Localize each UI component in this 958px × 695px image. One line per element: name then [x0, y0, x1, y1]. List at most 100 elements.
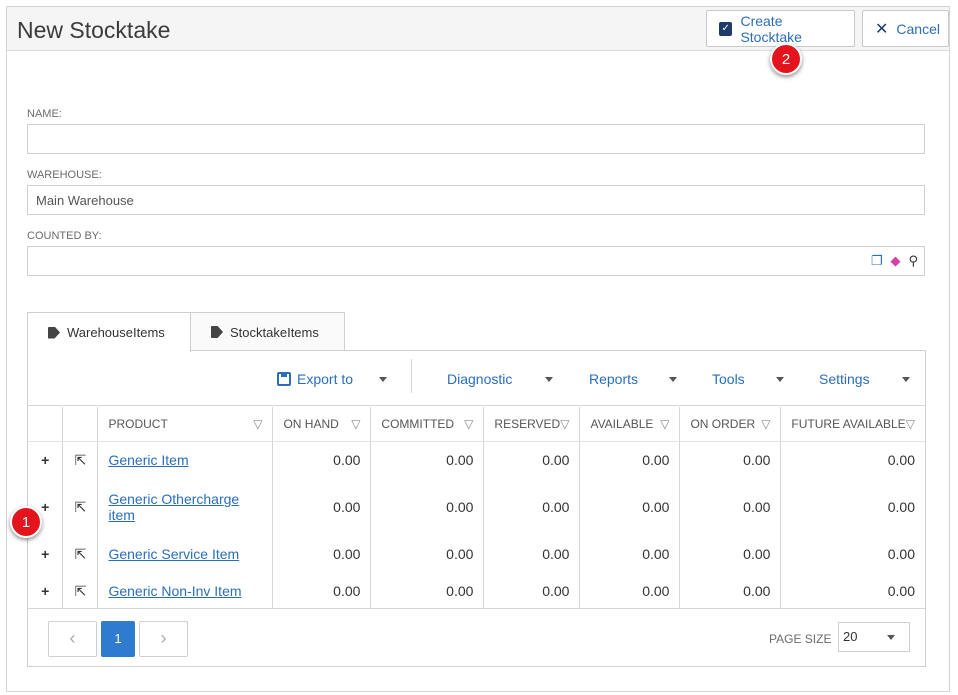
page-size-select[interactable]: 20 — [838, 622, 910, 652]
product-cell: Generic Non-Inv Item — [97, 573, 274, 609]
cancel-button[interactable]: ✕ Cancel — [862, 10, 949, 47]
committed-cell: 0.00 — [370, 573, 485, 609]
callout-badge-2: 2 — [770, 43, 802, 75]
copy-icon[interactable]: ❐ — [871, 254, 883, 268]
create-stocktake-label: Create Stocktake — [740, 12, 802, 45]
product-cell: Generic Othercharge item — [97, 479, 274, 535]
on-order-cell: 0.00 — [679, 441, 782, 479]
eraser-icon[interactable]: ◆ — [890, 254, 900, 268]
chevron-down-icon[interactable] — [545, 377, 553, 382]
open-external-icon[interactable]: ⇱ — [62, 535, 99, 573]
filter-icon[interactable]: ▽ — [464, 417, 473, 431]
counted-by-actions: ❐ ◆ ⚲ — [871, 254, 918, 268]
tab-stocktake-items[interactable]: StocktakeItems — [190, 312, 345, 351]
chevron-down-icon[interactable] — [902, 377, 910, 382]
export-to-label: Export to — [297, 371, 354, 387]
column-header-reserved[interactable]: RESERVED ▽ — [483, 407, 581, 442]
cancel-label: Cancel — [896, 20, 940, 37]
future-available-cell: 0.00 — [887, 583, 915, 599]
warehouse-items-grid: Export to Diagnostic Reports Tools Setti… — [27, 350, 926, 667]
tag-icon — [211, 326, 223, 338]
create-stocktake-button[interactable]: ✓ Create Stocktake — [706, 10, 855, 47]
future-available-cell: 0.00 — [887, 499, 915, 515]
diagnostic-label: Diagnostic — [447, 371, 513, 387]
filter-icon[interactable]: ▽ — [351, 417, 360, 431]
add-icon[interactable]: + — [28, 441, 64, 479]
filter-icon[interactable]: ▽ — [906, 417, 915, 431]
counted-by-label: COUNTED BY: — [27, 230, 102, 242]
add-icon[interactable]: + — [28, 535, 64, 573]
tag-icon — [48, 326, 60, 339]
chevron-down-icon[interactable] — [379, 377, 387, 382]
available-cell: 0.00 — [579, 535, 681, 573]
reports-menu[interactable]: Reports — [589, 371, 638, 387]
product-link[interactable]: Generic Item — [108, 452, 188, 468]
callout-badge-1: 1 — [10, 506, 42, 538]
chevron-down-icon[interactable] — [776, 377, 784, 382]
expand-column-header — [28, 407, 64, 442]
warehouse-field[interactable]: Main Warehouse — [27, 185, 925, 215]
next-page-button[interactable]: › — [139, 621, 188, 657]
column-header-label: PRODUCT — [108, 416, 168, 431]
column-header-on-hand[interactable]: ON HAND ▽ — [272, 407, 372, 442]
counted-by-field[interactable]: ❐ ◆ ⚲ — [27, 246, 925, 276]
open-external-icon[interactable]: ⇱ — [62, 479, 99, 535]
reserved-cell: 0.00 — [483, 479, 581, 535]
product-link[interactable]: Generic Service Item — [108, 546, 239, 562]
product-link[interactable]: Generic Non-Inv Item — [108, 583, 241, 599]
filter-icon[interactable]: ▽ — [560, 417, 569, 431]
tools-menu[interactable]: Tools — [712, 371, 745, 387]
available-cell: 0.00 — [579, 441, 681, 479]
on-hand-cell: 0.00 — [272, 441, 372, 479]
on-hand-cell: 0.00 — [272, 573, 372, 609]
export-to-button[interactable]: Export to — [277, 371, 353, 387]
table-row: + ⇱ Generic Item 0.00 0.00 0.00 0.00 0.0… — [28, 441, 925, 479]
settings-menu[interactable]: Settings — [819, 371, 870, 387]
tab-stocktake-items-label: StocktakeItems — [230, 324, 319, 340]
page-title: New Stocktake — [17, 17, 171, 43]
previous-page-button[interactable]: ‹ — [48, 621, 97, 657]
column-header-on-order[interactable]: ON ORDER ▽ — [679, 407, 782, 442]
column-header-future-available[interactable]: FUTURE AVAILABLE ▽ — [780, 407, 925, 442]
column-header-product[interactable]: PRODUCT ▽ — [97, 407, 274, 442]
on-hand-cell: 0.00 — [272, 479, 372, 535]
close-icon: ✕ — [875, 20, 889, 38]
committed-cell: 0.00 — [370, 441, 485, 479]
filter-icon[interactable]: ▽ — [761, 417, 770, 431]
chevron-down-icon — [887, 635, 895, 640]
filter-icon[interactable]: ▽ — [660, 417, 669, 431]
reserved-cell: 0.00 — [483, 573, 581, 609]
tab-warehouse-items[interactable]: WarehouseItems — [27, 312, 191, 352]
available-cell: 0.00 — [579, 479, 681, 535]
column-header-label: ON HAND — [283, 416, 339, 431]
search-icon[interactable]: ⚲ — [908, 254, 918, 268]
column-header-committed[interactable]: COMMITTED ▽ — [370, 407, 485, 442]
header-bar: New Stocktake ✓ Create Stocktake ✕ Cance… — [7, 7, 949, 51]
checkbox-icon: ✓ — [719, 21, 733, 36]
page-1-button[interactable]: 1 — [101, 621, 135, 657]
pager: ‹ 1 › PAGE SIZE 20 — [28, 608, 925, 666]
diagnostic-menu[interactable]: Diagnostic — [447, 371, 512, 387]
product-link[interactable]: Generic Othercharge item — [108, 491, 239, 523]
committed-cell: 0.00 — [370, 479, 485, 535]
on-hand-cell: 0.00 — [272, 535, 372, 573]
items-table: PRODUCT ▽ ON HAND ▽ COMMITTED ▽ RESERVED ▽ A… — [28, 407, 925, 609]
table-header-row: PRODUCT ▽ ON HAND ▽ COMMITTED ▽ RESERVED ▽ A… — [28, 407, 925, 442]
toolbar-divider — [411, 359, 412, 393]
product-cell: Generic Service Item — [97, 535, 274, 573]
open-column-header — [62, 407, 99, 442]
column-header-label: AVAILABLE — [590, 416, 654, 431]
reserved-cell: 0.00 — [483, 441, 581, 479]
filter-icon[interactable]: ▽ — [253, 417, 262, 431]
add-icon[interactable]: + — [28, 573, 64, 609]
open-external-icon[interactable]: ⇱ — [62, 573, 99, 609]
name-label: NAME: — [27, 108, 62, 120]
chevron-down-icon[interactable] — [669, 377, 677, 382]
tools-label: Tools — [712, 371, 745, 387]
column-header-label: FUTURE AVAILABLE — [791, 416, 906, 431]
table-row: + ⇱ Generic Non-Inv Item 0.00 0.00 0.00 … — [28, 573, 925, 609]
name-field[interactable] — [27, 124, 925, 154]
column-header-available[interactable]: AVAILABLE ▽ — [579, 407, 681, 442]
page-size-label: PAGE SIZE — [769, 632, 832, 646]
open-external-icon[interactable]: ⇱ — [62, 441, 99, 479]
